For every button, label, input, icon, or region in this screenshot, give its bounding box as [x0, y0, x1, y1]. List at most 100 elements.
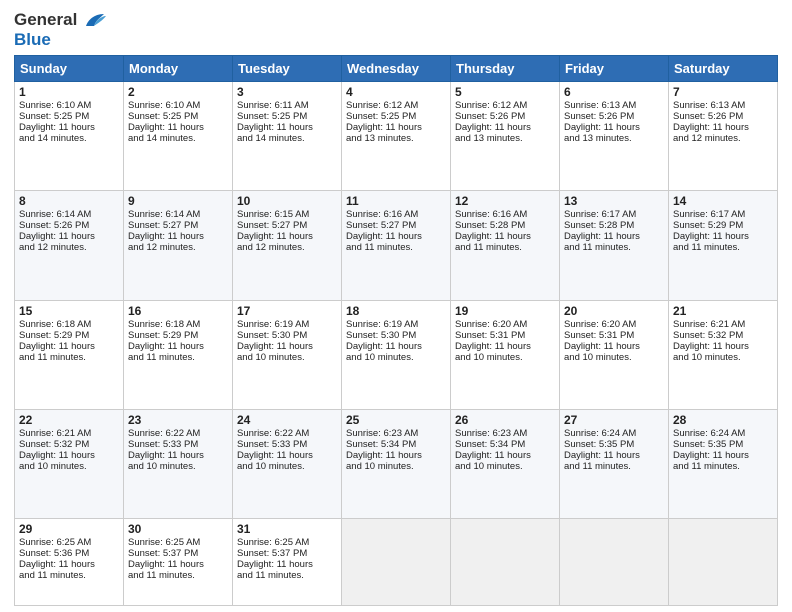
day-info-line: Sunset: 5:35 PM: [564, 439, 664, 450]
calendar-cell: 8Sunrise: 6:14 AMSunset: 5:26 PMDaylight…: [15, 191, 124, 300]
day-info-line: Sunrise: 6:18 AM: [128, 319, 228, 330]
day-number: 29: [19, 522, 119, 536]
day-info-line: Sunrise: 6:13 AM: [673, 100, 773, 111]
day-info-line: and 13 minutes.: [346, 133, 446, 144]
calendar-cell: 3Sunrise: 6:11 AMSunset: 5:25 PMDaylight…: [233, 82, 342, 191]
day-info-line: and 14 minutes.: [19, 133, 119, 144]
day-info-line: and 14 minutes.: [128, 133, 228, 144]
day-info-line: Daylight: 11 hours: [19, 559, 119, 570]
calendar-cell: 25Sunrise: 6:23 AMSunset: 5:34 PMDayligh…: [342, 409, 451, 518]
day-info-line: Sunrise: 6:22 AM: [237, 428, 337, 439]
day-number: 7: [673, 85, 773, 99]
calendar-cell: [451, 519, 560, 606]
day-info-line: Sunrise: 6:24 AM: [564, 428, 664, 439]
calendar-cell: [342, 519, 451, 606]
day-info-line: and 10 minutes.: [346, 352, 446, 363]
day-info-line: Daylight: 11 hours: [455, 231, 555, 242]
day-info-line: Daylight: 11 hours: [564, 450, 664, 461]
day-info-line: Sunset: 5:26 PM: [455, 111, 555, 122]
day-number: 8: [19, 194, 119, 208]
day-info-line: Daylight: 11 hours: [19, 122, 119, 133]
day-info-line: Daylight: 11 hours: [237, 450, 337, 461]
calendar-cell: 4Sunrise: 6:12 AMSunset: 5:25 PMDaylight…: [342, 82, 451, 191]
day-info-line: Sunset: 5:32 PM: [19, 439, 119, 450]
header: General Blue: [14, 10, 778, 49]
day-info-line: Daylight: 11 hours: [673, 450, 773, 461]
day-number: 18: [346, 304, 446, 318]
day-info-line: and 14 minutes.: [237, 133, 337, 144]
day-info-line: Sunset: 5:27 PM: [128, 220, 228, 231]
calendar-cell: 1Sunrise: 6:10 AMSunset: 5:25 PMDaylight…: [15, 82, 124, 191]
header-wednesday: Wednesday: [342, 56, 451, 82]
calendar-cell: 20Sunrise: 6:20 AMSunset: 5:31 PMDayligh…: [560, 300, 669, 409]
day-info-line: Daylight: 11 hours: [128, 231, 228, 242]
day-info-line: Sunset: 5:37 PM: [237, 548, 337, 559]
day-info-line: and 11 minutes.: [237, 570, 337, 581]
day-info-line: and 10 minutes.: [19, 461, 119, 472]
day-info-line: Sunset: 5:34 PM: [455, 439, 555, 450]
day-info-line: Daylight: 11 hours: [564, 231, 664, 242]
day-number: 26: [455, 413, 555, 427]
day-info-line: Sunrise: 6:18 AM: [19, 319, 119, 330]
day-info-line: and 13 minutes.: [455, 133, 555, 144]
day-number: 5: [455, 85, 555, 99]
day-info-line: Sunrise: 6:23 AM: [346, 428, 446, 439]
day-info-line: Sunset: 5:28 PM: [455, 220, 555, 231]
day-info-line: Daylight: 11 hours: [673, 341, 773, 352]
day-number: 13: [564, 194, 664, 208]
day-info-line: and 10 minutes.: [128, 461, 228, 472]
day-info-line: Daylight: 11 hours: [673, 231, 773, 242]
day-info-line: Sunrise: 6:14 AM: [128, 209, 228, 220]
calendar-cell: 9Sunrise: 6:14 AMSunset: 5:27 PMDaylight…: [124, 191, 233, 300]
day-info-line: Sunrise: 6:12 AM: [455, 100, 555, 111]
day-info-line: Daylight: 11 hours: [128, 559, 228, 570]
day-info-line: Sunset: 5:35 PM: [673, 439, 773, 450]
logo-bird-icon: [84, 12, 106, 30]
day-info-line: Sunrise: 6:20 AM: [455, 319, 555, 330]
day-info-line: Daylight: 11 hours: [128, 122, 228, 133]
day-info-line: Sunset: 5:28 PM: [564, 220, 664, 231]
day-info-line: Daylight: 11 hours: [237, 122, 337, 133]
day-info-line: Sunrise: 6:11 AM: [237, 100, 337, 111]
day-info-line: and 11 minutes.: [564, 461, 664, 472]
day-number: 12: [455, 194, 555, 208]
logo-text: General Blue: [14, 10, 106, 49]
day-info-line: Sunrise: 6:17 AM: [564, 209, 664, 220]
day-info-line: Sunset: 5:30 PM: [346, 330, 446, 341]
day-info-line: Sunrise: 6:15 AM: [237, 209, 337, 220]
calendar-cell: [560, 519, 669, 606]
day-info-line: Sunset: 5:29 PM: [128, 330, 228, 341]
day-info-line: Sunrise: 6:23 AM: [455, 428, 555, 439]
day-info-line: and 11 minutes.: [455, 242, 555, 253]
day-info-line: and 10 minutes.: [455, 461, 555, 472]
day-info-line: Sunset: 5:31 PM: [455, 330, 555, 341]
day-info-line: Daylight: 11 hours: [455, 450, 555, 461]
day-info-line: Daylight: 11 hours: [346, 341, 446, 352]
calendar-cell: 5Sunrise: 6:12 AMSunset: 5:26 PMDaylight…: [451, 82, 560, 191]
day-info-line: Sunrise: 6:25 AM: [19, 537, 119, 548]
day-info-line: Sunset: 5:25 PM: [128, 111, 228, 122]
header-thursday: Thursday: [451, 56, 560, 82]
day-info-line: and 12 minutes.: [128, 242, 228, 253]
day-info-line: and 11 minutes.: [128, 570, 228, 581]
calendar-cell: 24Sunrise: 6:22 AMSunset: 5:33 PMDayligh…: [233, 409, 342, 518]
calendar-cell: 11Sunrise: 6:16 AMSunset: 5:27 PMDayligh…: [342, 191, 451, 300]
day-info-line: Sunset: 5:26 PM: [673, 111, 773, 122]
day-number: 27: [564, 413, 664, 427]
day-info-line: Sunset: 5:32 PM: [673, 330, 773, 341]
day-info-line: Daylight: 11 hours: [128, 450, 228, 461]
day-number: 23: [128, 413, 228, 427]
day-info-line: Sunset: 5:25 PM: [346, 111, 446, 122]
day-info-line: and 10 minutes.: [346, 461, 446, 472]
day-info-line: Daylight: 11 hours: [237, 231, 337, 242]
day-info-line: Daylight: 11 hours: [237, 341, 337, 352]
header-saturday: Saturday: [669, 56, 778, 82]
day-info-line: Sunset: 5:33 PM: [237, 439, 337, 450]
day-info-line: Daylight: 11 hours: [128, 341, 228, 352]
calendar-cell: 28Sunrise: 6:24 AMSunset: 5:35 PMDayligh…: [669, 409, 778, 518]
day-number: 31: [237, 522, 337, 536]
day-info-line: Daylight: 11 hours: [19, 450, 119, 461]
day-number: 25: [346, 413, 446, 427]
day-info-line: Sunrise: 6:12 AM: [346, 100, 446, 111]
day-info-line: Sunrise: 6:14 AM: [19, 209, 119, 220]
